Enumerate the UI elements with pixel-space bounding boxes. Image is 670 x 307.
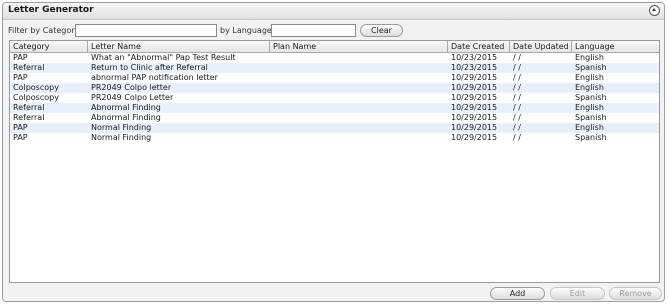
- table-row[interactable]: Referral Return to Clinic after Referral…: [10, 63, 659, 73]
- cell-language: Spanish: [575, 113, 607, 122]
- window-title: Letter Generator: [8, 5, 94, 15]
- cell-language: Spanish: [575, 63, 607, 72]
- cell-date-created: 10/29/2015: [451, 103, 498, 112]
- table-row[interactable]: Colposcopy PR2049 Colpo Letter 10/29/201…: [10, 93, 659, 103]
- cell-language: English: [575, 123, 604, 132]
- cell-letter-name: Abnormal Finding: [91, 113, 161, 122]
- cell-language: English: [575, 73, 604, 82]
- table-header: Category Letter Name Plan Name Date Crea…: [10, 41, 659, 53]
- cell-date-updated: / /: [513, 123, 521, 132]
- letter-generator-panel: Letter Generator Filter by Category: by …: [2, 2, 665, 302]
- cell-letter-name: abnormal PAP notification letter: [91, 73, 218, 82]
- letters-table: Category Letter Name Plan Name Date Crea…: [9, 40, 660, 283]
- cell-date-updated: / /: [513, 93, 521, 102]
- cell-plan-name: [270, 133, 448, 143]
- cell-language: English: [575, 53, 604, 62]
- cell-category: Referral: [13, 63, 45, 72]
- title-bar: Letter Generator: [3, 3, 664, 20]
- cell-category: Colposcopy: [13, 93, 59, 102]
- category-filter-input[interactable]: [75, 24, 217, 37]
- table-row[interactable]: Referral Abnormal Finding 10/29/2015 / /…: [10, 113, 659, 123]
- cell-letter-name: What an "Abnormal" Pap Test Result: [91, 53, 236, 62]
- column-header-plan-name[interactable]: Plan Name: [270, 41, 448, 52]
- cell-date-created: 10/23/2015: [451, 53, 498, 62]
- language-filter-input[interactable]: [271, 24, 356, 37]
- cell-plan-name: [270, 63, 448, 73]
- cell-letter-name: Normal Finding: [91, 123, 152, 132]
- cell-category: PAP: [13, 133, 28, 142]
- cell-date-updated: / /: [513, 63, 521, 72]
- cell-language: Spanish: [575, 133, 607, 142]
- cell-plan-name: [270, 113, 448, 123]
- cell-date-created: 10/29/2015: [451, 93, 498, 102]
- cell-date-updated: / /: [513, 53, 521, 62]
- column-header-language[interactable]: Language: [572, 41, 659, 52]
- cell-plan-name: [270, 93, 448, 103]
- cell-date-updated: / /: [513, 73, 521, 82]
- cell-plan-name: [270, 103, 448, 113]
- table-row[interactable]: PAP Normal Finding 10/29/2015 / / Spanis…: [10, 133, 659, 143]
- clear-button[interactable]: Clear: [360, 24, 403, 37]
- cell-letter-name: Return to Clinic after Referral: [91, 63, 208, 72]
- table-row[interactable]: Referral Abnormal Finding 10/29/2015 / /…: [10, 103, 659, 113]
- cell-date-created: 10/23/2015: [451, 63, 498, 72]
- table-row[interactable]: PAP What an "Abnormal" Pap Test Result 1…: [10, 53, 659, 63]
- cell-date-created: 10/29/2015: [451, 83, 498, 92]
- cell-language: English: [575, 103, 604, 112]
- cell-category: Colposcopy: [13, 83, 59, 92]
- edit-button[interactable]: Edit: [550, 287, 605, 300]
- collapse-up-icon[interactable]: [649, 5, 660, 16]
- cell-date-created: 10/29/2015: [451, 123, 498, 132]
- cell-category: Referral: [13, 103, 45, 112]
- add-button[interactable]: Add: [490, 287, 545, 300]
- table-row[interactable]: Colposcopy PR2049 Colpo letter 10/29/201…: [10, 83, 659, 93]
- cell-plan-name: [270, 83, 448, 93]
- cell-category: Referral: [13, 113, 45, 122]
- column-header-category[interactable]: Category: [10, 41, 88, 52]
- cell-plan-name: [270, 53, 448, 63]
- remove-button[interactable]: Remove: [609, 287, 662, 300]
- cell-letter-name: Normal Finding: [91, 133, 152, 142]
- cell-date-updated: / /: [513, 83, 521, 92]
- cell-language: Spanish: [575, 93, 607, 102]
- cell-date-updated: / /: [513, 113, 521, 122]
- cell-letter-name: Abnormal Finding: [91, 103, 161, 112]
- filter-bar: Filter by Category: by Language: Clear: [3, 23, 664, 39]
- category-filter-label: Filter by Category:: [8, 26, 82, 35]
- cell-date-created: 10/29/2015: [451, 73, 498, 82]
- table-row[interactable]: PAP abnormal PAP notification letter 10/…: [10, 73, 659, 83]
- cell-category: PAP: [13, 53, 28, 62]
- cell-date-updated: / /: [513, 103, 521, 112]
- language-filter-label: by Language:: [220, 26, 275, 35]
- cell-date-created: 10/29/2015: [451, 133, 498, 142]
- cell-language: English: [575, 83, 604, 92]
- column-header-letter-name[interactable]: Letter Name: [88, 41, 270, 52]
- cell-category: PAP: [13, 73, 28, 82]
- cell-letter-name: PR2049 Colpo letter: [91, 83, 172, 92]
- column-header-date-created[interactable]: Date Created: [448, 41, 510, 52]
- column-header-date-updated[interactable]: Date Updated: [510, 41, 572, 52]
- cell-category: PAP: [13, 123, 28, 132]
- cell-letter-name: PR2049 Colpo Letter: [91, 93, 174, 102]
- cell-plan-name: [270, 73, 448, 83]
- cell-plan-name: [270, 123, 448, 133]
- cell-date-created: 10/29/2015: [451, 113, 498, 122]
- cell-date-updated: / /: [513, 133, 521, 142]
- table-row[interactable]: PAP Normal Finding 10/29/2015 / / Englis…: [10, 123, 659, 133]
